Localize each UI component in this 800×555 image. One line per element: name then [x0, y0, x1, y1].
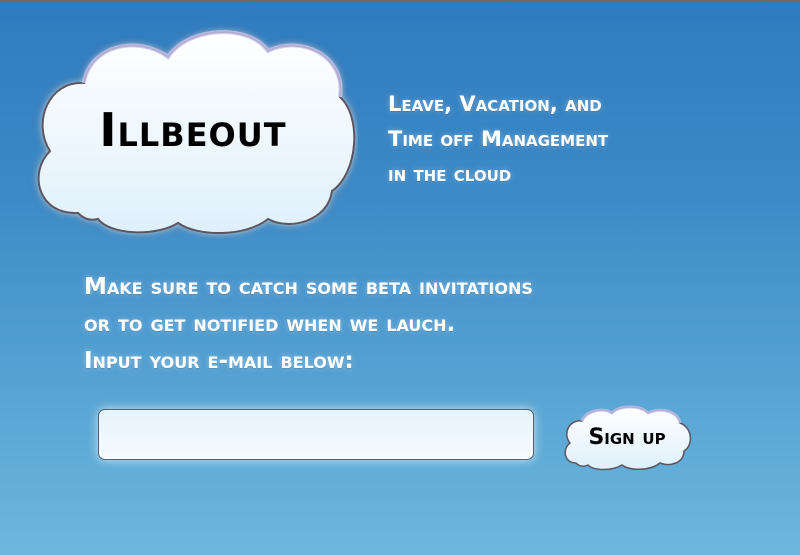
invite-line-2: or to get notified when we lauch.: [84, 311, 456, 337]
tagline-line-2: Time off Management: [388, 127, 609, 151]
invite-text: Make sure to catch some beta invitations…: [84, 269, 764, 380]
signup-button-label: Sign up: [588, 425, 666, 450]
invite-line-1: Make sure to catch some beta invitations: [84, 274, 533, 300]
invite-line-3: Input your e-mail below:: [84, 348, 354, 374]
tagline: Leave, Vacation, and Time off Management…: [388, 87, 748, 192]
logo-cloud: Illbeout: [28, 23, 358, 238]
logo-text: Illbeout: [99, 103, 287, 157]
tagline-line-3: in the cloud: [388, 162, 512, 186]
signup-button[interactable]: Sign up: [560, 405, 694, 473]
email-input[interactable]: [98, 409, 534, 460]
tagline-line-1: Leave, Vacation, and: [388, 92, 602, 116]
